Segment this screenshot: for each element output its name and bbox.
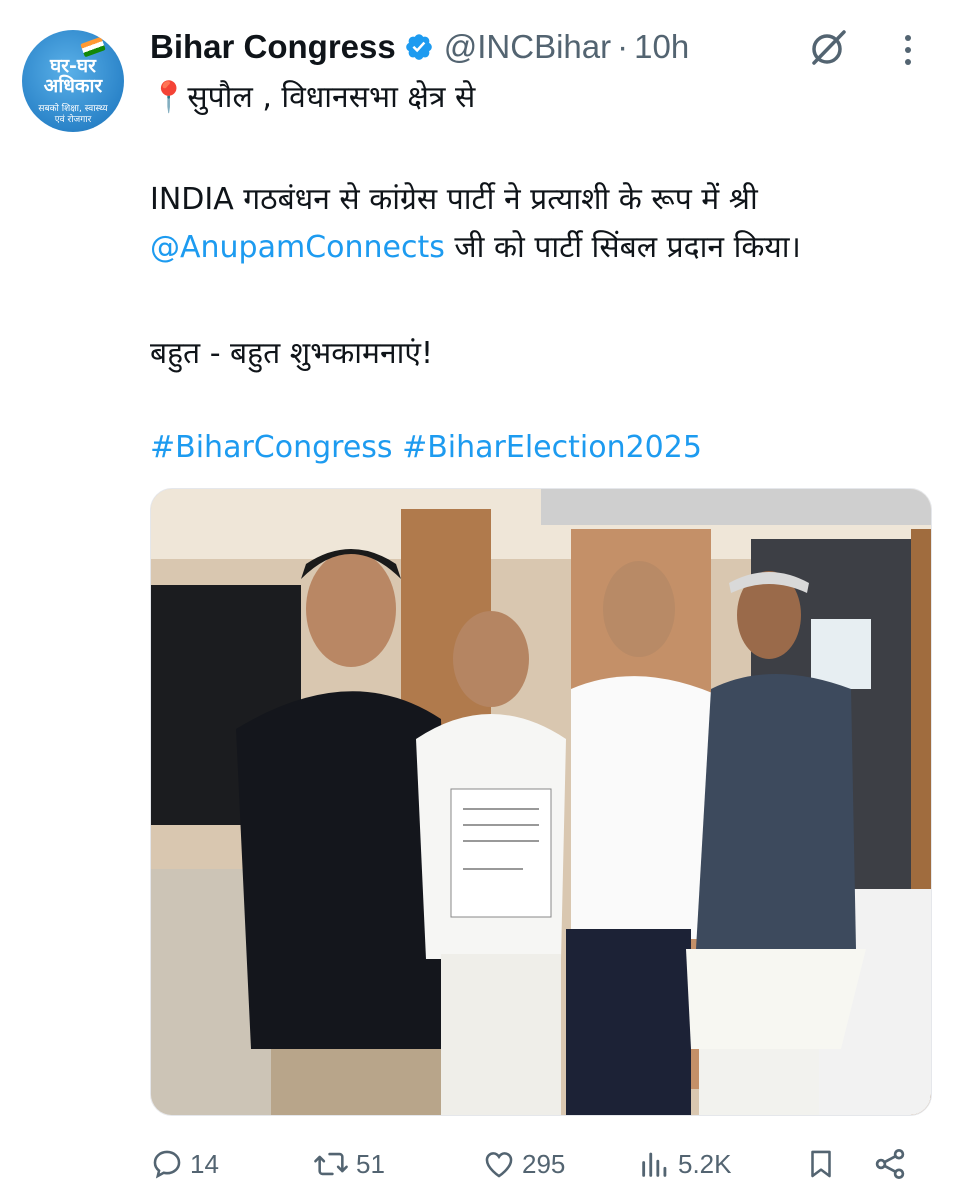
bookmark-icon xyxy=(811,1150,831,1178)
views-icon xyxy=(642,1152,667,1177)
photo-scene xyxy=(151,489,931,1115)
tweet-hashtags: #BiharCongress #BiharElection2025 xyxy=(150,428,702,468)
grok-icon[interactable] xyxy=(806,26,850,70)
views-count: 5.2K xyxy=(678,1148,732,1179)
reply-button[interactable]: 14 xyxy=(150,1142,219,1186)
repost-button[interactable]: 51 xyxy=(312,1142,385,1186)
author-handle[interactable]: @INCBihar xyxy=(444,28,611,66)
views-button[interactable]: 5.2K xyxy=(638,1142,732,1186)
tweet-line-location: 📍सुपौल , विधानसभा क्षेत्र से xyxy=(150,80,476,115)
like-count: 295 xyxy=(522,1148,566,1179)
reply-count: 14 xyxy=(190,1148,219,1179)
avatar-line1: घर-घर xyxy=(50,55,96,77)
timestamp[interactable]: 10h xyxy=(634,28,689,66)
tweet-header: Bihar Congress @INCBihar · 10h xyxy=(150,22,689,72)
verified-badge-icon[interactable] xyxy=(404,32,434,62)
bookmark-button[interactable] xyxy=(804,1142,844,1186)
separator-dot: · xyxy=(617,28,629,65)
reply-icon xyxy=(153,1150,181,1179)
hashtag-biharelection2025[interactable]: #BiharElection2025 xyxy=(402,430,702,465)
like-button[interactable]: 295 xyxy=(482,1142,565,1186)
action-bar: 14 51 295 5.2K xyxy=(150,1142,920,1186)
hashtag-biharcongress[interactable]: #BiharCongress xyxy=(150,430,393,465)
avatar[interactable]: घर-घर अधिकार सबको शिक्षा, स्वास्थ्य एवं … xyxy=(22,30,124,132)
like-icon xyxy=(485,1152,513,1178)
avatar-line2: अधिकार xyxy=(43,75,103,97)
mention-link[interactable]: @AnupamConnects xyxy=(150,230,445,265)
tweet-line-wishes: बहुत - बहुत शुभकामनाएं! xyxy=(150,336,434,371)
share-icon xyxy=(875,1149,905,1179)
repost-icon xyxy=(314,1152,348,1176)
tweet-line-announcement: INDIA गठबंधन से कांग्रेस पार्टी ने प्रत्… xyxy=(150,182,758,217)
tweet-line-mention: @AnupamConnects जी को पार्टी सिंबल प्रदा… xyxy=(150,228,801,268)
share-button[interactable] xyxy=(872,1142,914,1186)
tweet-photo[interactable] xyxy=(150,488,932,1116)
avatar-tagline: सबको शिक्षा, स्वास्थ्य एवं रोजगार xyxy=(38,104,108,125)
repost-count: 51 xyxy=(356,1148,385,1179)
author-name[interactable]: Bihar Congress xyxy=(150,28,396,66)
more-icon[interactable] xyxy=(898,30,918,70)
mention-rest: जी को पार्टी सिंबल प्रदान किया। xyxy=(444,230,801,265)
